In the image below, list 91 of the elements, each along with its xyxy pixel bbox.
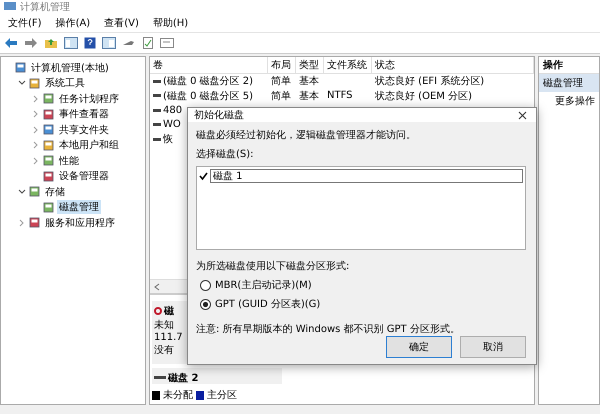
- table-cell: WO: [163, 119, 181, 130]
- column-header[interactable]: 文件系统: [324, 57, 372, 73]
- chevron-right-icon[interactable]: [33, 156, 38, 165]
- close-button[interactable]: [516, 109, 528, 121]
- disk-info: 未知: [154, 318, 174, 332]
- folder-icon[interactable]: [44, 37, 58, 49]
- console-icon: [29, 217, 40, 228]
- list-item[interactable]: 磁盘 1: [210, 169, 523, 183]
- tree-item[interactable]: 计算机管理(本地): [29, 60, 111, 75]
- console-icon: [29, 78, 40, 89]
- panel-icon[interactable]: [102, 37, 116, 49]
- tree-item[interactable]: 本地用户和组: [57, 138, 121, 152]
- window-icon[interactable]: [160, 37, 174, 49]
- tree-item[interactable]: 共享文件夹: [57, 122, 111, 137]
- table-cell-text: 基本: [299, 90, 319, 103]
- chevron-right-icon[interactable]: [33, 141, 38, 150]
- volume-icon: [153, 94, 161, 98]
- console-icon: [43, 202, 54, 213]
- document-check-icon[interactable]: [142, 37, 154, 49]
- chevron-right-icon[interactable]: [33, 126, 38, 134]
- tree-item[interactable]: 系统工具: [43, 76, 87, 90]
- chevron-right-icon[interactable]: [33, 110, 38, 118]
- table-cell: 480: [163, 104, 182, 116]
- back-arrow-icon[interactable]: [4, 37, 18, 49]
- scroll-left-icon[interactable]: [154, 282, 160, 290]
- column-header[interactable]: 状态: [372, 57, 534, 73]
- volume-icon: [153, 108, 161, 112]
- column-header[interactable]: 布局: [268, 57, 296, 73]
- table-cell-text: 恢: [163, 132, 173, 146]
- checkbox[interactable]: [199, 172, 208, 180]
- chevron-right-icon[interactable]: [33, 94, 38, 103]
- volume-icon: [153, 138, 161, 141]
- volume-icon: [153, 123, 161, 126]
- console-icon: [43, 140, 54, 151]
- column-header[interactable]: 卷: [150, 57, 268, 73]
- window-title: 计算机管理: [20, 0, 70, 14]
- console-icon: [43, 108, 54, 120]
- action-item[interactable]: 磁盘管理: [539, 74, 599, 92]
- console-icon: [15, 62, 26, 74]
- disk-name: 磁盘 2: [168, 372, 198, 385]
- cancel-button[interactable]: 取消: [460, 336, 526, 358]
- disk-name: 磁: [164, 304, 174, 318]
- computer-icon: [4, 2, 16, 12]
- table-cell-text: 简单: [271, 90, 291, 103]
- console-icon: [43, 124, 54, 136]
- dialog-message: 磁盘必须经过初始化，逻辑磁盘管理器才能访问。: [196, 128, 417, 142]
- volume-icon: [153, 80, 161, 83]
- console-icon: [29, 186, 40, 198]
- table-cell-text: (磁盘 0 磁盘分区 2): [163, 75, 254, 88]
- table-cell-text: 基本: [299, 74, 319, 88]
- ok-button[interactable]: 确定: [386, 336, 452, 358]
- tree-item[interactable]: 存储: [43, 184, 67, 199]
- table-cell: NTFS: [327, 90, 353, 102]
- disk-info: 111.7: [154, 332, 183, 343]
- action-item[interactable]: 更多操作: [539, 92, 599, 110]
- console-icon: [43, 93, 54, 104]
- panel-icon[interactable]: [64, 37, 78, 49]
- table-cell-text: 状态良好 (EFI 系统分区): [375, 74, 484, 88]
- console-icon: [43, 170, 54, 182]
- legend-label: 未分配: [163, 388, 193, 402]
- tree-item[interactable]: 任务计划程序: [57, 92, 121, 106]
- tree-item[interactable]: 设备管理器: [57, 169, 111, 184]
- tree-item[interactable]: 事件查看器: [57, 107, 111, 122]
- menu-item[interactable]: 文件(F): [8, 16, 42, 30]
- column-header[interactable]: 类型: [296, 57, 324, 73]
- tree-item[interactable]: 磁盘管理: [57, 200, 101, 214]
- chevron-down-icon[interactable]: [18, 188, 26, 195]
- table-cell-text: (磁盘 0 磁盘分区 5): [163, 90, 254, 103]
- error-icon: [154, 307, 162, 315]
- chevron-right-icon[interactable]: [19, 218, 24, 227]
- table-cell-text: 状态良好 (OEM 分区): [375, 90, 472, 103]
- disk-info: 没有: [154, 344, 174, 357]
- forward-arrow-icon[interactable]: [24, 37, 38, 49]
- console-icon: [43, 155, 54, 166]
- partition-style-label: 为所选磁盘使用以下磁盘分区形式:: [196, 260, 350, 273]
- legend-label: 主分区: [207, 388, 237, 402]
- radio-label[interactable]: GPT (GUID 分区表)(G): [215, 297, 320, 311]
- radio-label[interactable]: MBR(主启动记录)(M): [215, 278, 312, 292]
- table-cell-text: 简单: [271, 74, 291, 88]
- list-label: 选择磁盘(S):: [196, 148, 255, 161]
- tree-item[interactable]: 性能: [57, 154, 81, 168]
- tree-item[interactable]: 服务和应用程序: [43, 216, 117, 230]
- menu-item[interactable]: 查看(V): [104, 16, 139, 30]
- dialog-title: 初始化磁盘: [194, 108, 244, 122]
- chevron-down-icon[interactable]: [18, 80, 26, 86]
- menu-item[interactable]: 帮助(H): [152, 16, 188, 30]
- radio-button[interactable]: [200, 280, 211, 290]
- radio-button[interactable]: [200, 298, 211, 310]
- note-text: 注意: 所有早期版本的 Windows 都不识别 GPT 分区形式。: [196, 322, 461, 336]
- menu-item[interactable]: 操作(A): [56, 16, 90, 30]
- help-icon[interactable]: [84, 37, 96, 49]
